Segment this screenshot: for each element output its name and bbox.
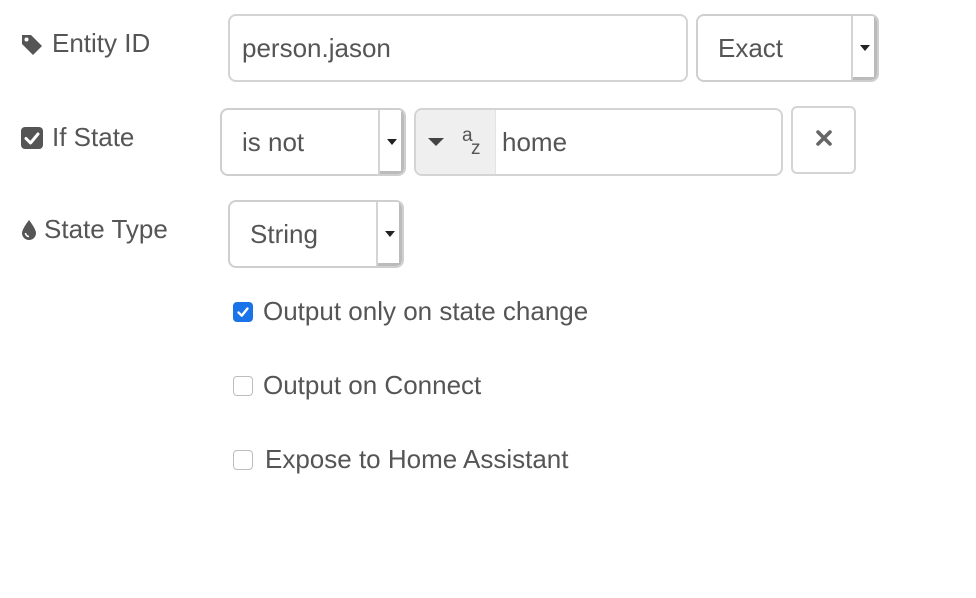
entity-id-match-value: Exact <box>718 32 784 63</box>
output-on-connect-option[interactable]: Output on Connect <box>233 370 481 401</box>
if-state-operator-select[interactable]: is not <box>220 108 406 176</box>
entity-id-label-group: Entity ID <box>20 28 150 59</box>
tag-icon <box>20 32 44 56</box>
if-state-operator-value: is not <box>242 126 305 157</box>
if-state-typed-input: az home <box>414 108 783 176</box>
chevron-down-icon[interactable] <box>376 202 402 266</box>
expose-to-home-assistant-checkbox[interactable] <box>233 449 253 470</box>
caret-down-icon <box>428 138 444 146</box>
checkbox-checked-icon <box>20 126 44 150</box>
droplet-icon <box>20 218 38 242</box>
state-type-value: String <box>250 218 318 249</box>
remove-if-state-button[interactable] <box>791 106 856 174</box>
expose-to-home-assistant-label[interactable]: Expose to Home Assistant <box>265 444 568 475</box>
output-on-state-change-option[interactable]: Output only on state change <box>233 296 588 327</box>
entity-id-match-select[interactable]: Exact <box>696 14 879 82</box>
if-state-label-group: If State <box>20 122 134 153</box>
state-type-select[interactable]: String <box>228 200 404 268</box>
chevron-down-icon[interactable] <box>378 110 404 174</box>
output-on-connect-label[interactable]: Output on Connect <box>263 370 481 401</box>
entity-id-label: Entity ID <box>52 28 151 58</box>
expose-to-home-assistant-option[interactable]: Expose to Home Assistant <box>233 444 568 475</box>
value-type-button[interactable]: az <box>416 110 496 174</box>
entity-id-input[interactable] <box>228 14 688 82</box>
chevron-down-icon[interactable] <box>851 16 877 80</box>
output-on-state-change-label[interactable]: Output only on state change <box>263 296 588 327</box>
output-on-state-change-checkbox[interactable] <box>233 301 253 322</box>
state-type-label: State Type <box>44 214 168 244</box>
if-state-value[interactable]: home <box>496 110 781 174</box>
alpha-string-icon: az <box>462 125 481 159</box>
state-type-label-group: State Type <box>20 214 168 245</box>
close-icon <box>815 129 832 151</box>
if-state-label: If State <box>52 122 135 152</box>
output-on-connect-checkbox[interactable] <box>233 375 253 396</box>
